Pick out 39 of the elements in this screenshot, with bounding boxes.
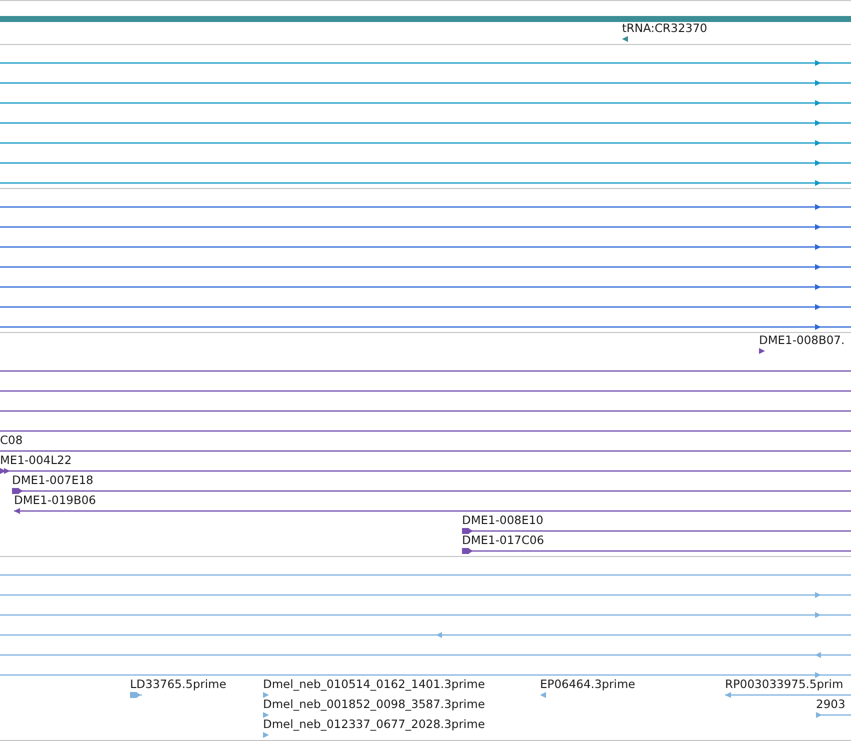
feature-label: Dmel_neb_001852_0098_3587.3prime — [263, 698, 485, 711]
feature-glyph[interactable] — [0, 242, 851, 252]
feature-glyph[interactable] — [0, 78, 851, 88]
feature-glyph[interactable] — [462, 546, 851, 556]
feature-label: DME1-008E10 — [462, 514, 544, 527]
feature-glyph[interactable] — [759, 346, 766, 356]
feature-label: EP06464.3prime — [540, 678, 636, 691]
feature-glyph[interactable] — [0, 98, 851, 108]
feature-glyph[interactable] — [0, 178, 851, 188]
feature-glyph[interactable] — [0, 322, 851, 332]
feature-glyph[interactable] — [622, 34, 629, 44]
feature-glyph[interactable] — [462, 526, 851, 536]
feature-label: LD33765.5prime — [130, 678, 226, 691]
feature-label: C08 — [0, 434, 23, 447]
feature-glyph[interactable] — [0, 302, 851, 312]
feature-glyph[interactable] — [263, 690, 270, 700]
feature-glyph[interactable] — [0, 262, 851, 272]
feature-label: DME1-007E18 — [12, 474, 94, 487]
feature-glyph[interactable] — [0, 466, 851, 476]
feature-label: DME1-017C06 — [462, 534, 544, 547]
feature-label: ME1-004L22 — [0, 454, 72, 467]
feature-label: Dmel_neb_010514_0162_1401.3prime — [263, 678, 485, 691]
feature-glyph[interactable] — [263, 710, 270, 720]
feature-label: tRNA:CR32370 — [622, 22, 708, 35]
feature-glyph[interactable] — [12, 486, 851, 496]
feature-label: 2903 — [816, 698, 846, 711]
feature-label: RP003033975.5prim — [725, 678, 844, 691]
feature-glyph[interactable] — [0, 282, 851, 292]
feature-glyph[interactable] — [0, 202, 851, 212]
feature-glyph[interactable] — [0, 14, 851, 24]
feature-glyph[interactable] — [0, 158, 851, 168]
feature-label: DME1-019B06 — [14, 494, 96, 507]
feature-glyph[interactable] — [14, 506, 851, 516]
feature-label: Dmel_neb_012337_0677_2028.3prime — [263, 718, 485, 731]
feature-glyph[interactable] — [0, 58, 851, 68]
feature-glyph[interactable] — [0, 222, 851, 232]
feature-glyph[interactable] — [0, 118, 851, 128]
feature-label: DME1-008B07. — [759, 334, 845, 347]
feature-glyph[interactable] — [0, 138, 851, 148]
